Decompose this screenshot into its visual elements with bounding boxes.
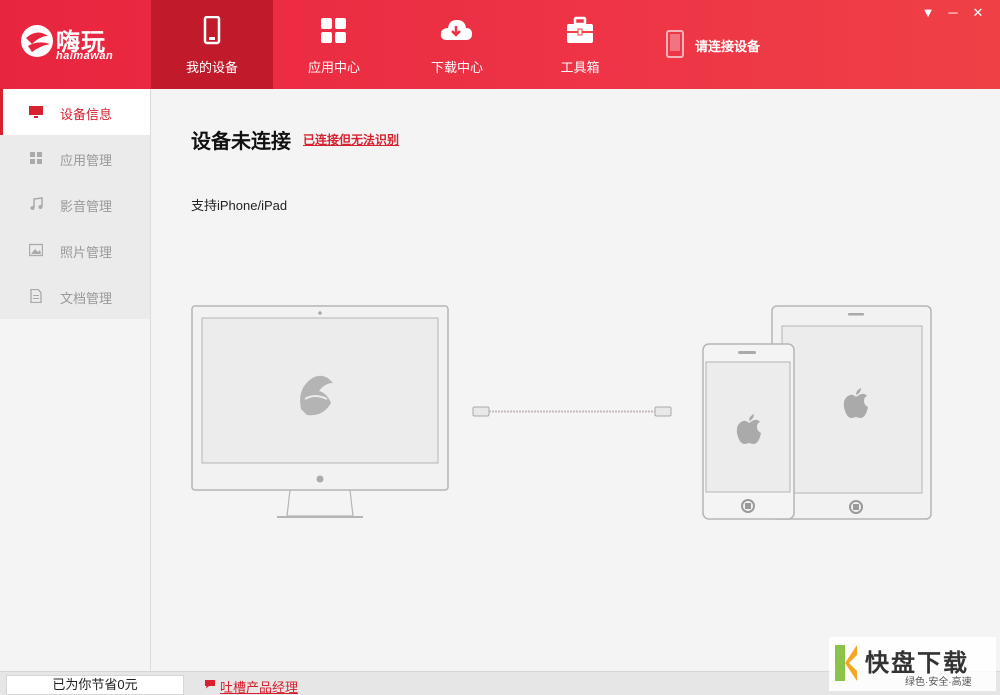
sidebar-item-doc-manage[interactable]: 文档管理 bbox=[0, 273, 150, 319]
watermark-logo-icon bbox=[835, 645, 857, 681]
tab-toolbox[interactable]: 工具箱 bbox=[519, 0, 641, 89]
sidebar-item-label: 文档管理 bbox=[60, 291, 113, 306]
phone-outline-icon bbox=[666, 30, 684, 58]
cloud-download-icon bbox=[440, 20, 472, 40]
toolbox-icon bbox=[567, 16, 593, 43]
photo-icon bbox=[29, 243, 43, 257]
tab-label: 应用中心 bbox=[307, 60, 360, 75]
phone-icon bbox=[203, 16, 221, 45]
sidebar: 设备信息 应用管理 影音管理 照片管理 文档管理 bbox=[0, 89, 151, 671]
sidebar-item-label: 照片管理 bbox=[60, 245, 113, 260]
device-connection-illustration bbox=[191, 305, 932, 520]
sidebar-item-photo-manage[interactable]: 照片管理 bbox=[0, 227, 150, 273]
document-icon bbox=[30, 289, 42, 303]
music-note-icon bbox=[30, 197, 43, 210]
tab-label: 我的设备 bbox=[185, 60, 238, 75]
tab-download-center[interactable]: 下载中心 bbox=[396, 0, 518, 89]
close-button[interactable]: ✕ bbox=[968, 4, 988, 22]
sidebar-item-app-manage[interactable]: 应用管理 bbox=[0, 135, 150, 181]
minimize-button[interactable]: ─ bbox=[943, 4, 963, 22]
app-logo: 嗨玩 haimawan bbox=[20, 20, 130, 70]
sidebar-item-label: 应用管理 bbox=[60, 153, 113, 168]
menu-dropdown-button[interactable]: ▼ bbox=[918, 4, 938, 22]
apps-icon bbox=[30, 152, 42, 164]
connection-status-label: 请连接设备 bbox=[695, 39, 761, 54]
logo-subtext: haimawan bbox=[56, 50, 114, 62]
ipad-illustration bbox=[771, 305, 932, 520]
sidebar-item-label: 设备信息 bbox=[60, 107, 113, 122]
watermark-subtext: 绿色·安全·高速 bbox=[905, 677, 972, 688]
sidebar-item-media-manage[interactable]: 影音管理 bbox=[0, 181, 150, 227]
tab-app-center[interactable]: 应用中心 bbox=[273, 0, 395, 89]
feedback-link[interactable]: 吐槽产品经理 bbox=[204, 677, 298, 695]
apps-grid-icon bbox=[321, 18, 346, 43]
sidebar-item-label: 影音管理 bbox=[60, 199, 113, 214]
feedback-link-label: 吐槽产品经理 bbox=[220, 680, 299, 695]
computer-monitor-illustration bbox=[191, 305, 449, 518]
tab-label: 工具箱 bbox=[560, 60, 600, 75]
savings-label: 已为你节省0元 bbox=[6, 675, 184, 695]
tab-my-device[interactable]: 我的设备 bbox=[151, 0, 273, 89]
monitor-icon bbox=[29, 106, 43, 118]
site-watermark: 快盘下载 绿色·安全·高速 bbox=[829, 637, 996, 691]
sidebar-item-device-info[interactable]: 设备信息 bbox=[0, 89, 150, 135]
iphone-illustration bbox=[702, 343, 795, 520]
header-bar: 嗨玩 haimawan 我的设备 应用中心 下载中心 工具箱 请连接设备 ▼ ─… bbox=[0, 0, 1000, 89]
tab-label: 下载中心 bbox=[430, 60, 483, 75]
haima-logo-icon bbox=[21, 25, 53, 57]
usb-cable-illustration bbox=[472, 406, 672, 417]
main-panel: 设备未连接 已连接但无法识别 支持iPhone/iPad bbox=[151, 89, 1000, 671]
